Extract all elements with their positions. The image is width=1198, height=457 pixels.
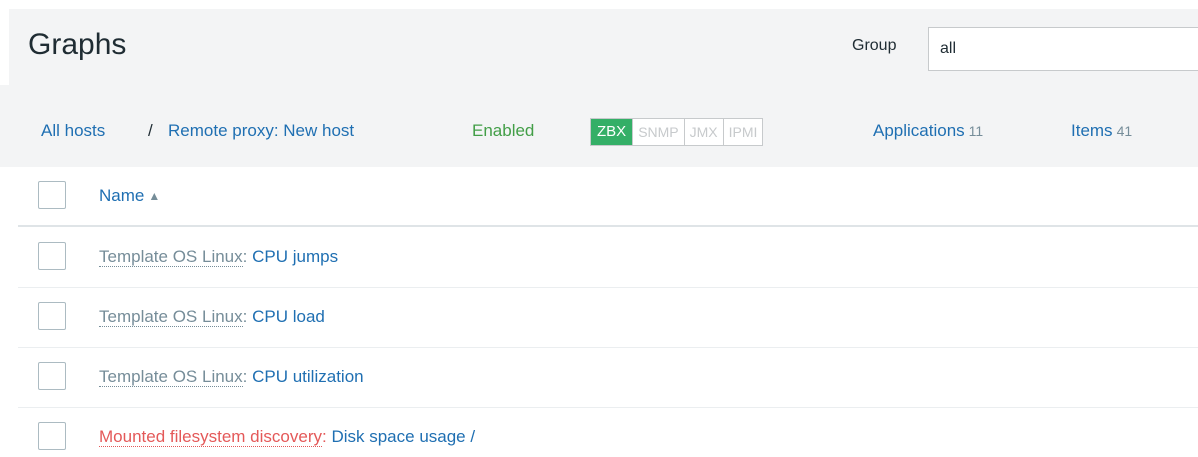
table-row: Template OS Linux: CPU utilization — [18, 348, 1198, 408]
availability-ipmi: IPMI — [722, 119, 763, 145]
template-link[interactable]: Template OS Linux — [99, 247, 243, 267]
name-separator: : — [242, 367, 248, 386]
name-separator: : — [242, 247, 248, 266]
sort-ascending-icon: ▲ — [148, 189, 161, 203]
nav-items-label: Items — [1071, 121, 1113, 140]
nav-applications-count: 11 — [968, 123, 984, 139]
graph-link[interactable]: CPU utilization — [252, 367, 364, 386]
availability-zbx: ZBX — [591, 119, 633, 145]
table-row: Template OS Linux: CPU load — [18, 288, 1198, 348]
graph-name-cell: Mounted filesystem discovery: Disk space… — [99, 427, 475, 447]
availability-snmp: SNMP — [632, 119, 683, 145]
nav-applications[interactable]: Applications 11 — [873, 121, 983, 141]
row-checkbox[interactable] — [38, 362, 66, 390]
name-separator: : — [321, 427, 327, 446]
breadcrumb-all-hosts[interactable]: All hosts — [41, 121, 105, 141]
template-link[interactable]: Template OS Linux — [99, 307, 243, 327]
graph-name-cell: Template OS Linux: CPU jumps — [99, 247, 338, 267]
graph-link[interactable]: CPU jumps — [252, 247, 338, 266]
table-row: Template OS Linux: CPU jumps — [18, 228, 1198, 288]
group-select[interactable]: all — [928, 27, 1198, 71]
nav-items[interactable]: Items 41 — [1071, 121, 1132, 141]
breadcrumb-host[interactable]: Remote proxy: New host — [168, 121, 354, 141]
availability-indicators: ZBX SNMP JMX IPMI — [590, 118, 764, 146]
name-separator: : — [242, 307, 248, 326]
breadcrumb-separator: / — [148, 121, 153, 140]
availability-jmx: JMX — [683, 119, 723, 145]
graph-link[interactable]: Disk space usage / — [331, 427, 475, 446]
column-header-name[interactable]: Name ▲ — [99, 186, 160, 206]
column-name-label: Name — [99, 186, 145, 205]
table-row: Mounted filesystem discovery: Disk space… — [18, 408, 1198, 457]
nav-items-count: 41 — [1116, 123, 1133, 139]
template-link[interactable]: Template OS Linux — [99, 367, 243, 387]
group-filter-label: Group — [852, 37, 897, 54]
nav-applications-label: Applications — [873, 121, 965, 140]
graphs-table: Name ▲ Template OS Linux: CPU jumps Templ… — [18, 167, 1198, 457]
page-title: Graphs — [28, 28, 127, 61]
graph-link[interactable]: CPU load — [252, 307, 325, 326]
row-checkbox[interactable] — [38, 422, 66, 450]
row-checkbox[interactable] — [38, 302, 66, 330]
row-checkbox[interactable] — [38, 242, 66, 270]
graph-name-cell: Template OS Linux: CPU utilization — [99, 367, 364, 387]
graphs-page: Graphs Group all All hosts / Remote prox… — [0, 0, 1198, 457]
graph-name-cell: Template OS Linux: CPU load — [99, 307, 325, 327]
table-header-row: Name ▲ — [18, 167, 1198, 227]
discovery-rule-link[interactable]: Mounted filesystem discovery — [99, 427, 322, 447]
host-status-enabled[interactable]: Enabled — [472, 121, 534, 141]
select-all-checkbox[interactable] — [38, 181, 66, 209]
